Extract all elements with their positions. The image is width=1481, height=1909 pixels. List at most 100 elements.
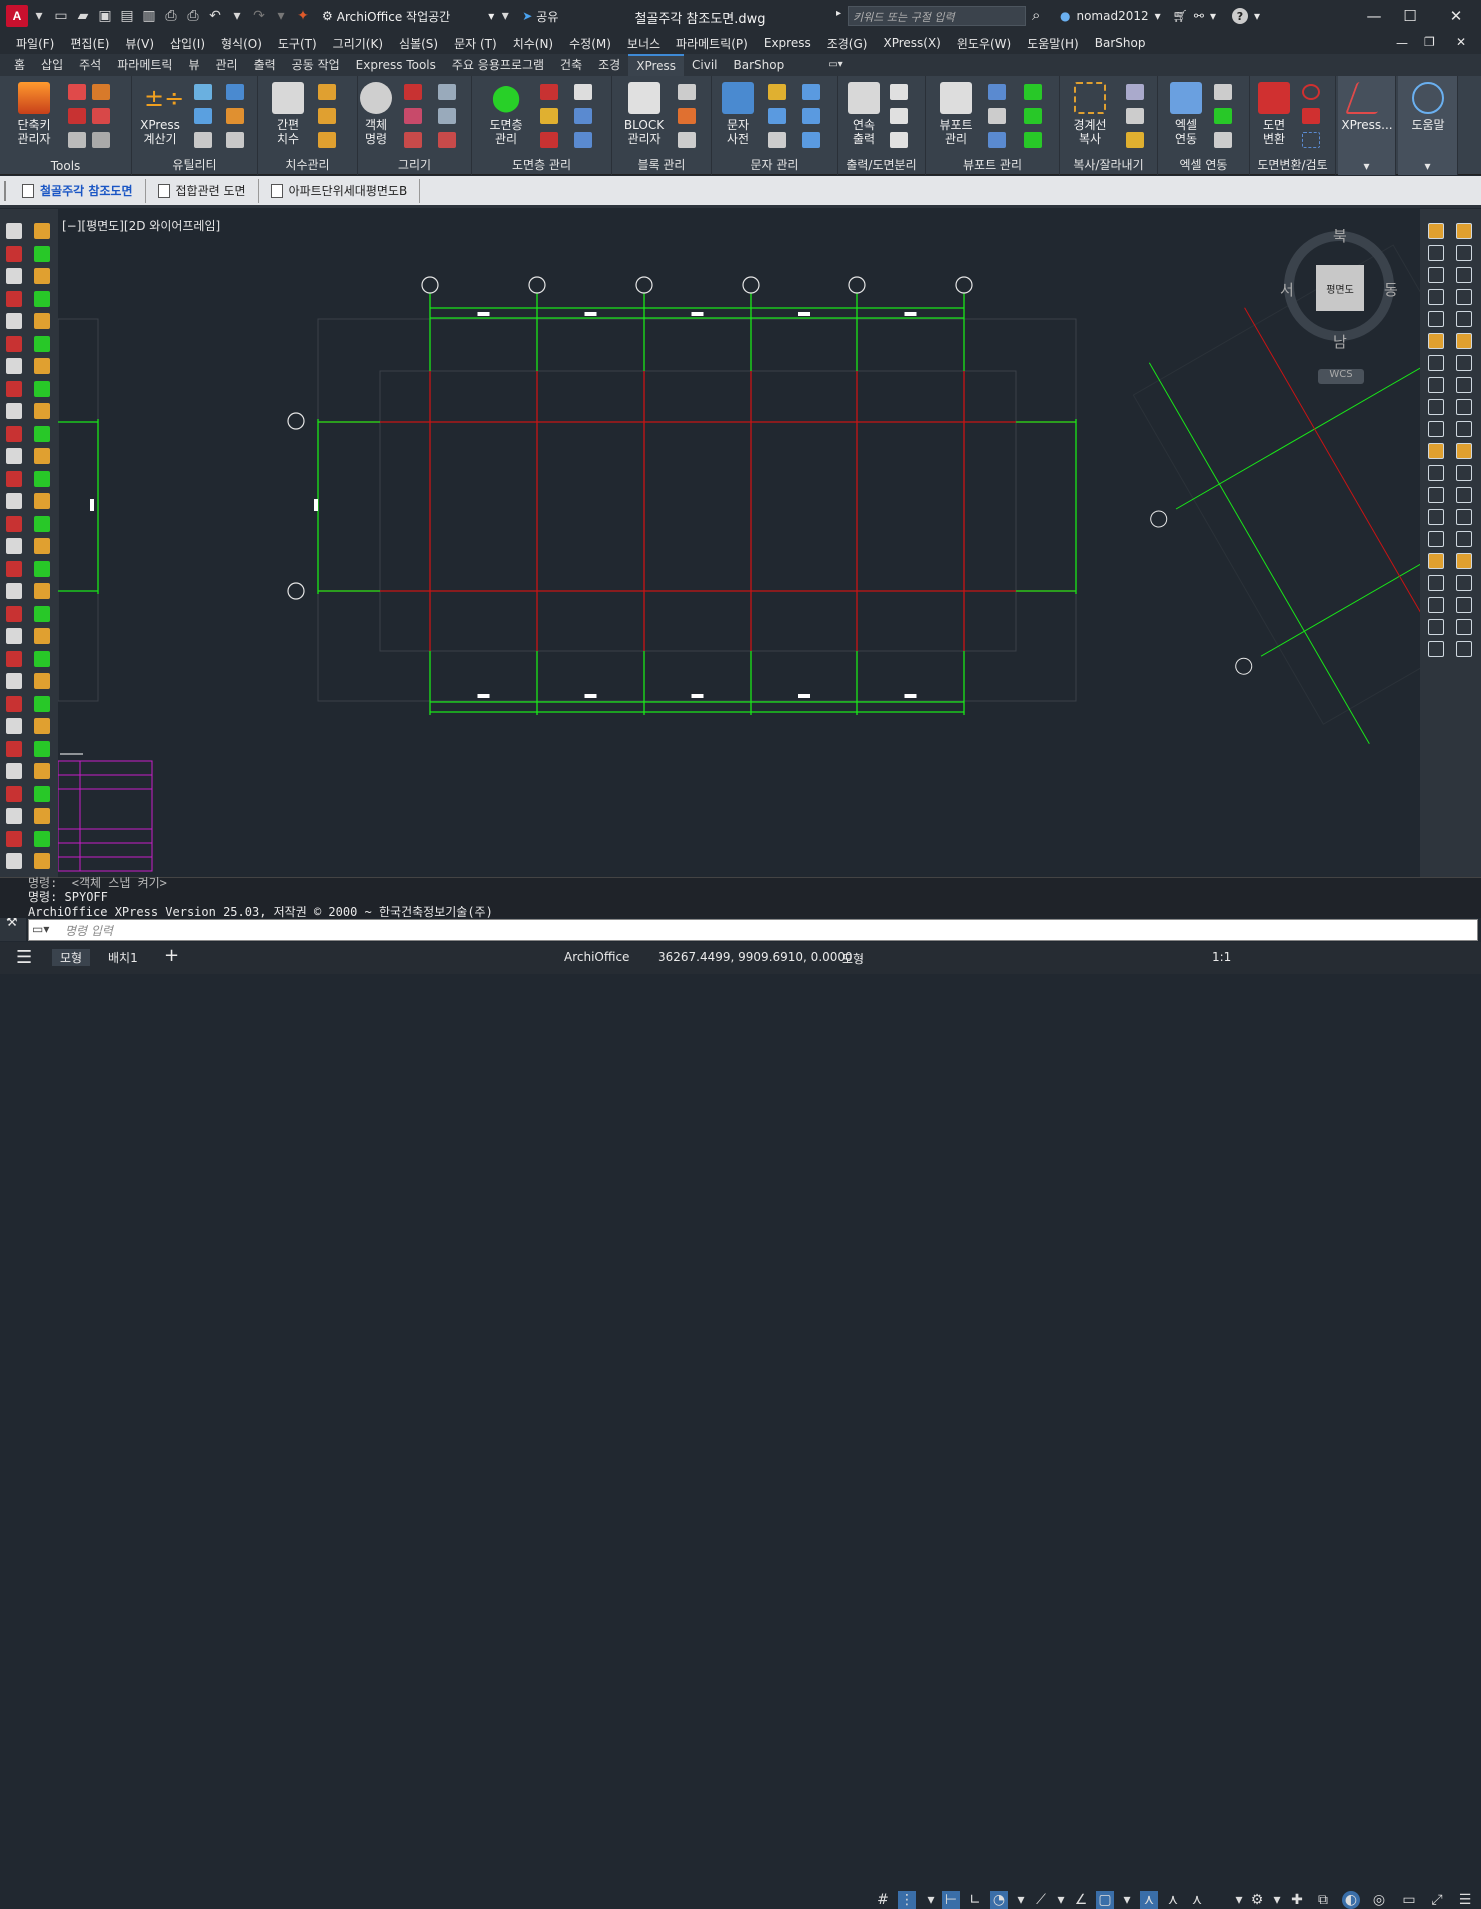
tool-icon[interactable]: [34, 695, 50, 712]
tab-collaborate[interactable]: 공동 작업: [284, 54, 348, 76]
help-icon[interactable]: ?: [1232, 8, 1248, 24]
draw-tool-icon[interactable]: [1456, 311, 1472, 327]
tab-annotate[interactable]: 주석: [71, 54, 109, 76]
chevron-down-icon[interactable]: ▾: [1052, 1891, 1070, 1909]
menu-edit[interactable]: 편집(E): [62, 35, 117, 52]
draw-tool-icon[interactable]: [1456, 597, 1472, 613]
tool-icon[interactable]: [6, 538, 22, 554]
line-icon[interactable]: [194, 132, 212, 148]
polar-icon[interactable]: ◔: [990, 1891, 1008, 1909]
tool-icon[interactable]: [6, 268, 22, 284]
offset-icon[interactable]: [226, 108, 244, 124]
tab-main-apps[interactable]: 주요 응용프로그램: [444, 54, 552, 76]
scale-selector[interactable]: 1:1: [1212, 950, 1231, 964]
viewport-lock-icon[interactable]: [1024, 84, 1042, 100]
viewport-clip-icon[interactable]: [988, 132, 1006, 148]
xpress-more-button[interactable]: XPress...: [1341, 82, 1393, 132]
draw-tool-icon[interactable]: [1456, 399, 1472, 415]
tab-output[interactable]: 출력: [246, 54, 284, 76]
lisp-icon[interactable]: [68, 84, 86, 100]
shortcut-manager-button[interactable]: 단축키 관리자: [8, 82, 60, 146]
maximize-icon[interactable]: ☐: [1392, 4, 1428, 28]
menu-insert[interactable]: 삽입(I): [162, 35, 213, 52]
menu-text[interactable]: 문자 (T): [446, 35, 505, 52]
tool-icon[interactable]: [6, 448, 22, 464]
draw-tool-icon[interactable]: [1428, 333, 1444, 349]
block-delete-icon[interactable]: [678, 132, 696, 148]
tool-icon[interactable]: [6, 245, 22, 262]
trim-icon[interactable]: [1126, 108, 1144, 124]
menu-draw[interactable]: 그리기(K): [325, 35, 391, 52]
object-snap-tracking-icon[interactable]: ∠: [1072, 1891, 1090, 1909]
menu-bonus[interactable]: 보너스: [619, 35, 668, 52]
doc-close-icon[interactable]: ✕: [1456, 35, 1466, 49]
tool-icon[interactable]: [34, 830, 50, 847]
tab-view[interactable]: 뷰: [180, 54, 207, 76]
tool-icon[interactable]: [34, 470, 50, 487]
draw-tool-icon[interactable]: [1428, 223, 1444, 239]
viewport-manager-button[interactable]: 뷰포트 관리: [930, 82, 982, 146]
plot-list-icon[interactable]: [890, 132, 908, 148]
draw-tool-icon[interactable]: [1428, 531, 1444, 547]
layer-state-icon[interactable]: [540, 84, 558, 100]
tab-parametric[interactable]: 파라메트릭: [109, 54, 180, 76]
draw-tool-icon[interactable]: [1456, 619, 1472, 635]
menu-format[interactable]: 형식(O): [213, 35, 270, 52]
tool-icon[interactable]: [6, 560, 22, 577]
edit-pencil-icon[interactable]: [194, 84, 212, 100]
tool-icon[interactable]: [6, 335, 22, 352]
tool-icon[interactable]: [34, 448, 50, 464]
draw-tool-icon[interactable]: [1428, 619, 1444, 635]
snap-icon[interactable]: ⋮: [898, 1891, 916, 1909]
tool-icon[interactable]: [6, 853, 22, 869]
excel-export-icon[interactable]: [1214, 132, 1232, 148]
tool-icon[interactable]: [6, 290, 22, 307]
tool-icon[interactable]: [6, 403, 22, 419]
tab-landscape[interactable]: 조경: [590, 54, 628, 76]
tab-express-tools[interactable]: Express Tools: [348, 54, 444, 76]
viewport-create-icon[interactable]: [988, 84, 1006, 100]
coordinates-readout[interactable]: 36267.4499, 9909.6910, 0.0000: [658, 950, 853, 964]
draw-tool-icon[interactable]: [1456, 443, 1472, 459]
xline-icon[interactable]: [438, 84, 456, 100]
user-account[interactable]: ● nomad2012 ▾ 🛒︎ ⚯ ▾ ? ▾: [1060, 8, 1260, 24]
review-box-icon[interactable]: [1302, 132, 1320, 148]
close-icon[interactable]: ✕: [1438, 4, 1474, 28]
hand-icon[interactable]: [68, 132, 86, 148]
clean-screen-icon[interactable]: ▭: [1400, 1891, 1418, 1909]
tool-icon[interactable]: [6, 358, 22, 374]
grid-icon[interactable]: #: [874, 1891, 892, 1909]
excel-edit-icon[interactable]: [1214, 84, 1232, 100]
quick-dimension-button[interactable]: 간편 치수: [262, 82, 314, 146]
draw-tool-icon[interactable]: [1456, 421, 1472, 437]
tool-icon[interactable]: [34, 425, 50, 442]
tool-icon[interactable]: [6, 425, 22, 442]
menu-modify[interactable]: 수정(M): [561, 35, 619, 52]
draw-tool-icon[interactable]: [1456, 355, 1472, 371]
chevron-down-icon[interactable]: ▾: [1398, 159, 1457, 173]
chevron-down-icon[interactable]: ▾: [1230, 1891, 1248, 1909]
tool-icon[interactable]: [34, 538, 50, 554]
block-manager-button[interactable]: BLOCK 관리자: [618, 82, 670, 146]
excel-import-icon[interactable]: [1214, 108, 1232, 124]
viewcube-west[interactable]: 서: [1280, 279, 1294, 300]
layer-freeze-icon[interactable]: [540, 108, 558, 124]
block-edit-icon[interactable]: [678, 108, 696, 124]
tool-icon[interactable]: [34, 290, 50, 307]
command-prompt-icon[interactable]: ▭▾: [32, 922, 49, 936]
tool-icon[interactable]: [6, 830, 22, 847]
tool-icon[interactable]: [6, 740, 22, 757]
doc-restore-icon[interactable]: ❐: [1424, 35, 1435, 49]
text-replace-icon[interactable]: [802, 108, 820, 124]
draw-tool-icon[interactable]: [1428, 311, 1444, 327]
menu-tools[interactable]: 도구(T): [270, 35, 325, 52]
tool-icon[interactable]: [34, 853, 50, 869]
redo-dropdown-icon[interactable]: ▾: [270, 5, 292, 27]
menu-dimension[interactable]: 치수(N): [505, 35, 561, 52]
page-setup-icon[interactable]: [890, 84, 908, 100]
layer-off-icon[interactable]: [574, 84, 592, 100]
revcloud-icon[interactable]: [438, 132, 456, 148]
tool-icon[interactable]: [34, 245, 50, 262]
app-menu-dropdown-icon[interactable]: ▾: [28, 5, 50, 27]
gear-icon[interactable]: ⚙: [1248, 1891, 1266, 1909]
